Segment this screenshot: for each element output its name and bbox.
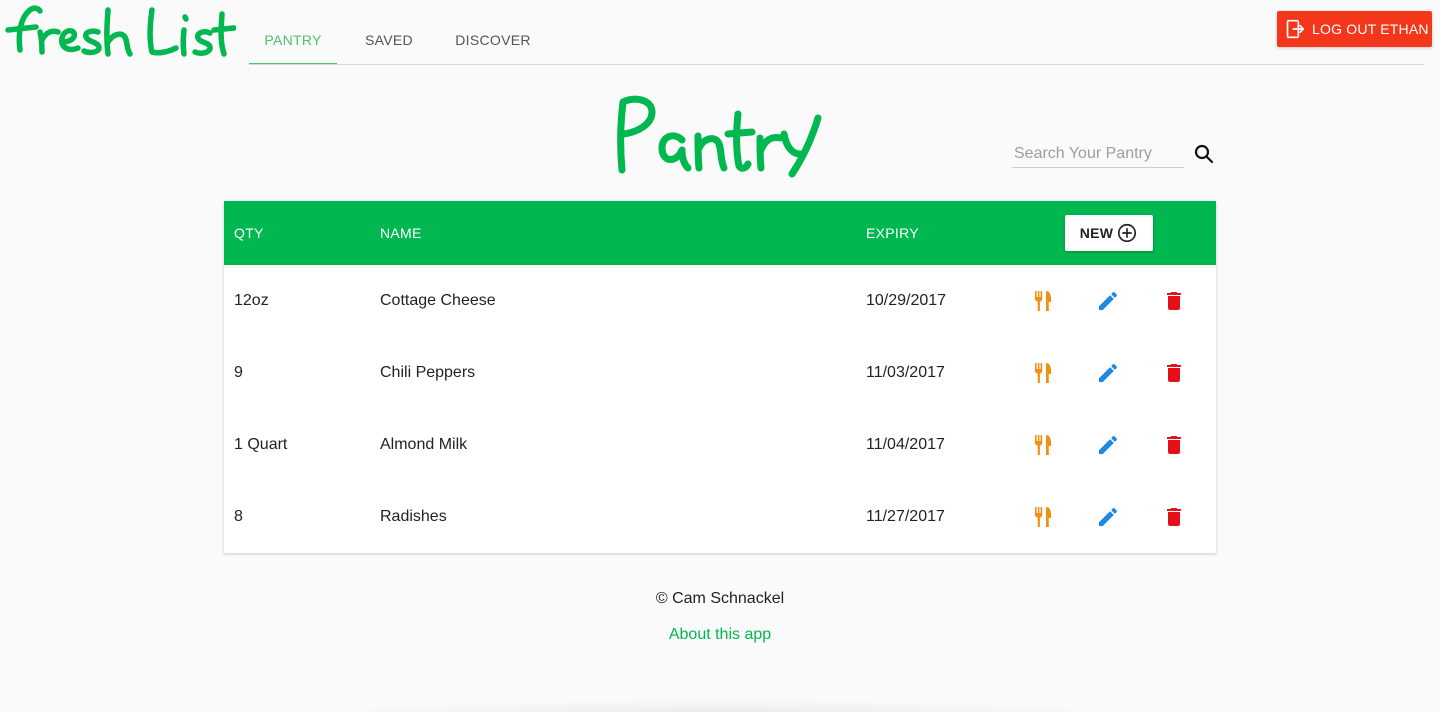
row-expiry: 11/03/2017 bbox=[866, 364, 945, 381]
trash-icon[interactable] bbox=[1162, 289, 1186, 313]
add-circle-icon bbox=[1118, 223, 1137, 243]
tabs-divider bbox=[249, 64, 1424, 65]
pencil-icon[interactable] bbox=[1096, 289, 1120, 313]
trash-icon[interactable] bbox=[1162, 433, 1186, 457]
about-link[interactable]: About this app bbox=[669, 626, 771, 643]
column-header-qty: QTY bbox=[234, 225, 264, 241]
row-qty: 9 bbox=[234, 364, 243, 381]
column-header-name: NAME bbox=[380, 225, 422, 241]
search-icon[interactable] bbox=[1192, 142, 1216, 166]
new-item-button[interactable]: NEW bbox=[1065, 215, 1153, 251]
pantry-table: QTY NAME EXPIRY NEW 12oz Cottage Cheese … bbox=[224, 201, 1216, 553]
row-qty: 8 bbox=[234, 508, 243, 525]
fresh-list-logo[interactable] bbox=[2, 2, 236, 64]
table-row: 1 Quart Almond Milk 11/04/2017 bbox=[224, 409, 1216, 481]
page-title bbox=[617, 95, 822, 178]
row-name: Radishes bbox=[380, 508, 447, 525]
trash-icon[interactable] bbox=[1162, 361, 1186, 385]
search-input[interactable] bbox=[1012, 140, 1184, 168]
row-name: Almond Milk bbox=[380, 436, 468, 453]
table-row: 9 Chili Peppers 11/03/2017 bbox=[224, 337, 1216, 409]
pencil-icon[interactable] bbox=[1096, 433, 1120, 457]
tab-saved[interactable]: SAVED bbox=[337, 14, 441, 65]
trash-icon[interactable] bbox=[1162, 505, 1186, 529]
tab-discover[interactable]: DISCOVER bbox=[441, 14, 545, 65]
row-qty: 12oz bbox=[234, 292, 269, 309]
utensils-icon[interactable] bbox=[1032, 361, 1056, 385]
logout-icon bbox=[1286, 19, 1305, 39]
tab-pantry[interactable]: PANTRY bbox=[249, 14, 337, 65]
logout-label: LOG OUT ETHAN bbox=[1312, 21, 1429, 37]
row-expiry: 10/29/2017 bbox=[866, 292, 947, 309]
footer-copyright: © Cam Schnackel bbox=[655, 590, 785, 607]
table-row: 8 Radishes 11/27/2017 bbox=[224, 481, 1216, 553]
table-header: QTY NAME EXPIRY NEW bbox=[224, 201, 1216, 265]
bottom-shadow bbox=[320, 700, 1120, 712]
search-bar bbox=[1012, 140, 1217, 170]
new-item-label: NEW bbox=[1079, 225, 1114, 241]
row-expiry: 11/27/2017 bbox=[866, 508, 945, 525]
row-expiry: 11/04/2017 bbox=[866, 436, 945, 453]
utensils-icon[interactable] bbox=[1032, 433, 1056, 457]
row-qty: 1 Quart bbox=[234, 436, 288, 453]
main-tabs: PANTRY SAVED DISCOVER bbox=[249, 14, 545, 65]
utensils-icon[interactable] bbox=[1032, 505, 1056, 529]
row-name: Chili Peppers bbox=[380, 364, 476, 381]
pencil-icon[interactable] bbox=[1096, 361, 1120, 385]
table-row: 12oz Cottage Cheese 10/29/2017 bbox=[224, 265, 1216, 337]
utensils-icon[interactable] bbox=[1032, 289, 1056, 313]
column-header-expiry: EXPIRY bbox=[866, 225, 919, 241]
footer-about: About this app bbox=[0, 626, 1440, 644]
app-header: PANTRY SAVED DISCOVER LOG OUT ETHAN bbox=[0, 0, 1440, 66]
pencil-icon[interactable] bbox=[1096, 505, 1120, 529]
logout-button[interactable]: LOG OUT ETHAN bbox=[1277, 11, 1432, 47]
row-name: Cottage Cheese bbox=[380, 292, 496, 309]
app-page: PANTRY SAVED DISCOVER LOG OUT ETHAN Sear… bbox=[0, 0, 1440, 712]
